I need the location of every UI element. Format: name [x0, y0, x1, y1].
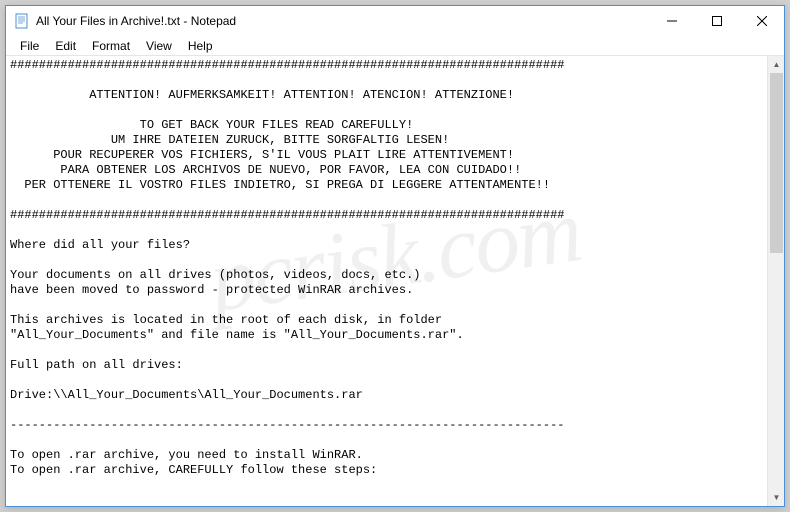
text-content[interactable]: ########################################…: [6, 56, 767, 506]
menu-view[interactable]: View: [138, 37, 180, 55]
menu-edit[interactable]: Edit: [47, 37, 84, 55]
minimize-button[interactable]: [649, 6, 694, 36]
editor-area: ########################################…: [6, 56, 784, 506]
scroll-down-icon[interactable]: ▼: [768, 489, 784, 506]
close-button[interactable]: [739, 6, 784, 36]
menu-help[interactable]: Help: [180, 37, 221, 55]
window-title: All Your Files in Archive!.txt - Notepad: [36, 14, 649, 28]
maximize-button[interactable]: [694, 6, 739, 36]
window-controls: [649, 6, 784, 36]
vertical-scrollbar[interactable]: ▲ ▼: [767, 56, 784, 506]
menu-format[interactable]: Format: [84, 37, 138, 55]
notepad-icon: [14, 13, 30, 29]
notepad-window: All Your Files in Archive!.txt - Notepad…: [5, 5, 785, 507]
menubar: File Edit Format View Help: [6, 36, 784, 56]
titlebar: All Your Files in Archive!.txt - Notepad: [6, 6, 784, 36]
menu-file[interactable]: File: [12, 37, 47, 55]
scroll-thumb[interactable]: [770, 73, 783, 253]
scroll-up-icon[interactable]: ▲: [768, 56, 784, 73]
